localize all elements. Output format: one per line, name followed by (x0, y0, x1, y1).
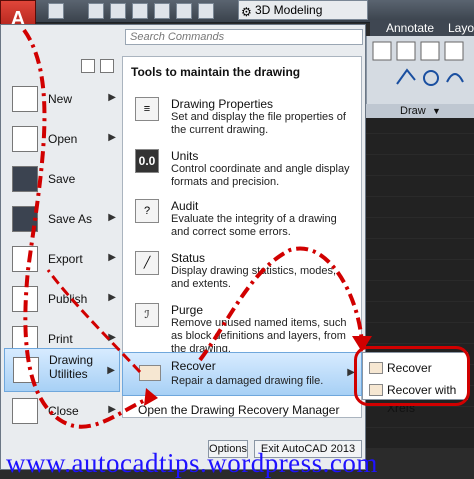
chevron-right-icon: ▶ (108, 404, 116, 415)
menu-item-drawing-utilities[interactable]: Drawing Utilities ▶ (4, 348, 120, 392)
drawing-recovery-manager-link[interactable]: Open the Drawing Recovery Manager (122, 402, 362, 418)
chevron-right-icon: ▶ (108, 292, 116, 303)
workspace-label: 3D Modeling (255, 3, 323, 17)
chevron-right-icon: ▶ (108, 332, 116, 343)
units-icon: 0.0 (135, 149, 159, 173)
floppy-disk-icon (12, 166, 38, 192)
recover-icon (139, 365, 161, 381)
export-icon (12, 246, 38, 272)
status-chart-icon: ╱ (135, 251, 159, 275)
chevron-right-icon: ▶ (108, 212, 116, 223)
draw-panel-label: Draw (400, 105, 426, 117)
save-icon[interactable] (110, 3, 126, 19)
pane-title: Tools to maintain the drawing (131, 65, 301, 79)
open-icon (12, 126, 38, 152)
close-file-icon (12, 398, 38, 424)
publish-icon (12, 286, 38, 312)
open-file-icon[interactable] (88, 3, 104, 19)
tab-layout[interactable]: Layo (448, 20, 474, 36)
save-as-icon (12, 206, 38, 232)
recent-documents-icon[interactable] (81, 59, 95, 73)
recent-documents-toolbar (81, 59, 117, 75)
chevron-right-icon: ▶ (108, 92, 116, 103)
open-documents-icon[interactable] (100, 59, 115, 73)
workspace-selector[interactable]: ⚙ 3D Modeling (238, 0, 368, 20)
print-icon[interactable] (154, 3, 170, 19)
menu-item-save[interactable]: Save (4, 160, 120, 198)
draw-tools-icons (372, 41, 464, 86)
watermark-text: www.autocadtips.wordpress.com (6, 448, 378, 478)
menu-item-new[interactable]: New ▶ (4, 80, 120, 118)
undo-icon[interactable] (176, 3, 192, 19)
menu-item-export[interactable]: Export ▶ (4, 240, 120, 278)
search-commands-input[interactable]: Search Commands (125, 29, 363, 45)
redo-icon[interactable] (198, 3, 214, 19)
broom-icon: ℐ (135, 303, 159, 327)
draw-panel-footer[interactable]: Draw ▼ (366, 104, 474, 118)
chevron-down-icon: ▼ (432, 106, 441, 116)
chevron-right-icon: ▶ (107, 365, 115, 376)
gear-icon: ⚙ (241, 5, 252, 19)
chevron-right-icon: ▶ (108, 252, 116, 263)
menu-item-close[interactable]: Close ▶ (4, 392, 120, 430)
wrench-icon (13, 357, 39, 383)
new-icon (12, 86, 38, 112)
new-file-icon[interactable] (48, 3, 64, 19)
chevron-right-icon: ▶ (108, 132, 116, 143)
ribbon-tab-bar: Annotate Layo (370, 20, 474, 36)
tab-annotate[interactable]: Annotate (386, 20, 434, 36)
save-as-icon[interactable] (132, 3, 148, 19)
menu-item-open[interactable]: Open ▶ (4, 120, 120, 158)
document-properties-icon: ≡ (135, 97, 159, 121)
highlight-annotation (354, 346, 470, 406)
tool-recover[interactable]: Recover Repair a damaged drawing file. ▶ (122, 352, 362, 396)
menu-item-save-as[interactable]: Save As ▶ (4, 200, 120, 238)
menu-item-publish[interactable]: Publish ▶ (4, 280, 120, 318)
audit-icon: ? (135, 199, 159, 223)
